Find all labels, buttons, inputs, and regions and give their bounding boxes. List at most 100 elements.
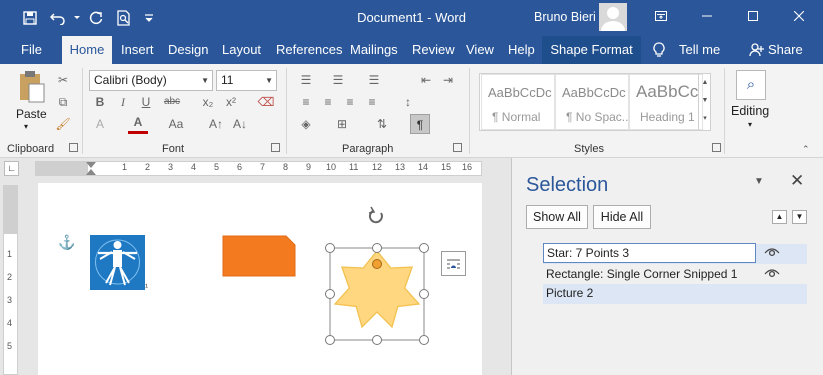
tab-references[interactable]: References xyxy=(276,36,342,64)
document-page[interactable]: ⚓ ¹ xyxy=(38,183,482,375)
tab-insert[interactable]: Insert xyxy=(121,36,154,64)
paragraph-launcher-icon[interactable] xyxy=(453,143,462,152)
ribbon-display-options-icon[interactable] xyxy=(638,0,684,32)
collapse-ribbon-icon[interactable]: ⌃ xyxy=(802,144,810,155)
show-formatting-marks-button[interactable]: ¶ xyxy=(410,114,430,134)
font-color-button[interactable]: A xyxy=(128,114,148,134)
paste-dropdown-icon[interactable]: ▾ xyxy=(24,122,28,131)
superscript-button[interactable]: x² xyxy=(221,92,241,112)
share-button[interactable]: Share xyxy=(768,36,803,64)
redo-icon[interactable] xyxy=(82,3,110,33)
change-case-button[interactable]: Aa xyxy=(166,114,186,134)
borders-icon[interactable]: ⊞ xyxy=(332,114,352,134)
lightbulb-icon[interactable] xyxy=(653,42,665,61)
print-preview-icon[interactable] xyxy=(110,3,138,33)
adjustment-handle[interactable] xyxy=(372,259,382,269)
paste-button[interactable]: Paste xyxy=(16,107,47,121)
multilevel-list-icon[interactable]: ☰ xyxy=(364,70,384,90)
first-line-indent-marker[interactable] xyxy=(86,162,96,168)
vertical-ruler[interactable]: 1 2 3 4 5 xyxy=(3,185,18,375)
bullets-icon[interactable]: ☰ xyxy=(296,70,316,90)
font-size-field[interactable]: 11 ▼ xyxy=(216,70,277,91)
rectangle-single-corner-snipped[interactable] xyxy=(222,235,296,277)
avatar[interactable] xyxy=(599,3,627,31)
hide-all-button[interactable]: Hide All xyxy=(593,205,651,229)
eye-icon[interactable] xyxy=(764,246,780,261)
share-user-icon[interactable] xyxy=(749,42,765,61)
search-icon[interactable]: ⌕ xyxy=(736,70,766,100)
undo-icon[interactable] xyxy=(44,3,72,33)
send-backward-icon[interactable]: ▼ xyxy=(792,210,807,224)
format-painter-icon[interactable]: 🖌 xyxy=(53,114,73,134)
style-normal[interactable]: AaBbCcDc ¶ Normal xyxy=(481,74,555,130)
resize-handle[interactable] xyxy=(419,289,429,299)
cut-icon[interactable]: ✂ xyxy=(53,70,73,90)
font-name-field[interactable]: Calibri (Body) ▼ xyxy=(89,70,213,91)
hanging-indent-marker[interactable] xyxy=(86,169,96,175)
minimize-icon[interactable] xyxy=(684,0,730,32)
align-right-icon[interactable]: ≡ xyxy=(340,92,360,112)
shading-icon[interactable]: ◈ xyxy=(296,114,316,134)
styles-scroll[interactable]: ▲ ▼ ▾ xyxy=(698,74,711,130)
style-heading-1[interactable]: AaBbCc Heading 1 xyxy=(629,74,703,130)
bring-forward-icon[interactable]: ▲ xyxy=(772,210,787,224)
save-icon[interactable] xyxy=(16,3,44,33)
tell-me-search[interactable]: Tell me xyxy=(679,36,720,64)
sort-icon[interactable]: ⇅ xyxy=(372,114,392,134)
tab-home[interactable]: Home xyxy=(62,36,112,65)
tab-help[interactable]: Help xyxy=(508,36,535,64)
strikethrough-button[interactable]: abc xyxy=(162,92,182,112)
style-no-spacing[interactable]: AaBbCcDc ¶ No Spac... xyxy=(555,74,629,130)
editing-button[interactable]: Editing xyxy=(731,104,769,118)
tab-selector-icon[interactable]: ∟ xyxy=(4,161,19,176)
numbering-icon[interactable]: ☰ xyxy=(328,70,348,90)
decrease-indent-icon[interactable]: ⇤ xyxy=(416,70,436,90)
clear-formatting-icon[interactable]: ⌫ xyxy=(256,92,276,112)
underline-button[interactable]: U xyxy=(136,92,156,112)
layout-options-icon[interactable] xyxy=(441,251,466,276)
list-item[interactable]: Picture 2 xyxy=(543,284,807,304)
picture-2[interactable] xyxy=(90,235,145,290)
copy-icon[interactable]: ⧉ xyxy=(53,92,73,112)
rename-input[interactable]: Star: 7 Points 3 xyxy=(543,243,756,263)
horizontal-ruler[interactable]: 1 2 3 4 5 6 7 8 9 10 11 12 13 14 15 16 1… xyxy=(35,161,482,176)
resize-handle[interactable] xyxy=(372,243,382,253)
align-center-icon[interactable]: ≡ xyxy=(318,92,338,112)
grow-font-icon[interactable]: A↑ xyxy=(206,114,226,134)
italic-button[interactable]: I xyxy=(113,92,133,112)
justify-icon[interactable]: ≡ xyxy=(362,92,382,112)
increase-indent-icon[interactable]: ⇥ xyxy=(438,70,458,90)
text-effects-icon[interactable]: A xyxy=(90,114,110,134)
resize-handle[interactable] xyxy=(419,335,429,345)
editing-dropdown-icon[interactable]: ▾ xyxy=(748,120,752,129)
customize-qat-icon[interactable] xyxy=(138,3,160,33)
tab-review[interactable]: Review xyxy=(412,36,455,64)
resize-handle[interactable] xyxy=(325,289,335,299)
resize-handle[interactable] xyxy=(325,243,335,253)
line-spacing-icon[interactable]: ↕ xyxy=(398,92,418,112)
star-7-points-selection[interactable] xyxy=(320,205,430,347)
font-launcher-icon[interactable] xyxy=(271,143,280,152)
resize-handle[interactable] xyxy=(372,335,382,345)
user-name[interactable]: Bruno Bieri xyxy=(534,10,596,24)
maximize-icon[interactable] xyxy=(730,0,776,32)
show-all-button[interactable]: Show All xyxy=(526,205,588,229)
paste-icon[interactable] xyxy=(14,70,48,108)
tab-shape-format[interactable]: Shape Format xyxy=(542,36,641,64)
clipboard-launcher-icon[interactable] xyxy=(69,143,78,152)
undo-dropdown-icon[interactable] xyxy=(72,3,82,33)
tab-file[interactable]: File xyxy=(21,36,42,64)
styles-launcher-icon[interactable] xyxy=(712,143,721,152)
resize-handle[interactable] xyxy=(419,243,429,253)
tab-view[interactable]: View xyxy=(466,36,494,64)
pane-options-icon[interactable]: ▼ xyxy=(754,176,764,187)
close-icon[interactable] xyxy=(776,0,822,32)
resize-handle[interactable] xyxy=(325,335,335,345)
tab-mailings[interactable]: Mailings xyxy=(350,36,398,64)
close-pane-icon[interactable]: ✕ xyxy=(790,171,804,191)
shrink-font-icon[interactable]: A↓ xyxy=(230,114,250,134)
tab-layout[interactable]: Layout xyxy=(222,36,261,64)
rotation-handle[interactable] xyxy=(368,206,383,224)
tab-design[interactable]: Design xyxy=(168,36,208,64)
align-left-icon[interactable]: ≡ xyxy=(296,92,316,112)
